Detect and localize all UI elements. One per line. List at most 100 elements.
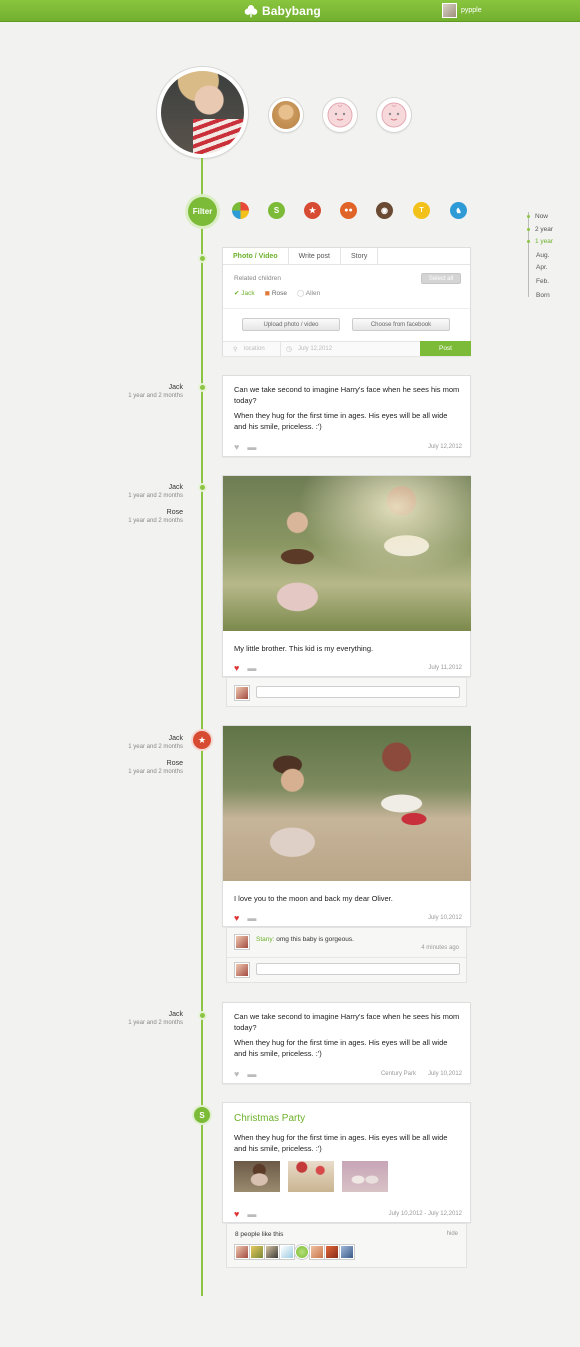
timeline-node [198,1011,207,1020]
post-text: Can we take second to imagine Harry's fa… [234,385,460,405]
related-children-label: Related children [234,275,281,282]
upload-photo-button[interactable]: Upload photo / video [242,318,340,331]
post-text: When they hug for the first time in ages… [234,411,448,431]
comment: Stany: omg this baby is gorgeous. [256,936,354,943]
mini-timeline-dot [527,215,530,218]
likes-count[interactable]: 8 people like this [235,1231,283,1238]
heart-icon[interactable]: ♥ [234,1209,239,1219]
tab-write-post[interactable]: Write post [289,248,341,264]
comment-icon[interactable]: ▬ [247,663,256,673]
divider [223,308,470,309]
child-option-label: Jack [241,290,255,297]
camera-icon[interactable]: ◉ [376,202,393,219]
comment-icon[interactable]: ▬ [247,1209,256,1219]
timeline-node [198,483,207,492]
liker-avatar[interactable] [310,1245,324,1259]
filter-button[interactable]: Filter [188,197,217,226]
liker-avatar[interactable] [235,1245,249,1259]
main-profile-photo[interactable] [157,67,248,158]
tab-photo-video[interactable]: Photo / Video [223,248,289,264]
post-photo[interactable] [223,476,471,631]
s-icon[interactable]: S [268,202,285,219]
clover-logo-icon [244,5,258,18]
story-thumbnail[interactable] [342,1161,388,1192]
heart-icon[interactable]: ♥ [234,663,239,673]
shirt-icon[interactable]: T [413,202,430,219]
child-age: 1 year and 2 months [128,769,183,775]
liker-avatars [235,1245,354,1259]
mini-timeline-born[interactable]: Born [536,292,550,299]
hide-link[interactable]: hide [447,1231,458,1237]
mini-timeline-apr[interactable]: Apr. [536,264,548,271]
mini-timeline-feb[interactable]: Feb. [536,278,549,285]
text-post: Can we take second to imagine Harry's fa… [222,1002,471,1084]
post-text: When they hug for the first time in ages… [234,1133,448,1153]
commenter-avatar [235,935,249,949]
liker-avatar[interactable] [340,1245,354,1259]
divider [280,342,281,356]
photo-post: I love you to the moon and back my dear … [222,725,471,927]
tab-story[interactable]: Story [341,248,379,264]
story-thumbnail[interactable] [288,1161,334,1192]
story-s-icon[interactable]: S [194,1107,210,1123]
timeline-node [198,254,207,263]
child-name[interactable]: Jack [63,484,183,491]
date-input[interactable]: July 12,2012 [298,346,332,352]
child-avatar-photo[interactable] [269,98,303,132]
child-avatar-placeholder[interactable] [323,98,357,132]
heart-icon[interactable]: ♥ [234,913,239,923]
star-milestone-icon[interactable]: ★ [193,731,211,749]
comment-icon[interactable]: ▬ [247,442,256,452]
mini-timeline-2year[interactable]: 2 year [527,226,553,233]
mini-timeline-label: 1 year [535,238,554,245]
comment-icon[interactable]: ▬ [247,1069,256,1079]
story-thumbnail[interactable] [234,1161,280,1192]
star-icon[interactable]: ★ [304,202,321,219]
child-name[interactable]: Rose [63,760,183,767]
liker-avatar[interactable] [325,1245,339,1259]
heart-icon[interactable]: ♥ [234,1069,239,1079]
rocking-horse-icon[interactable]: ♞ [450,202,467,219]
choose-from-facebook-button[interactable]: Choose from facebook [352,318,450,331]
post-date: July 10,2012 - July 12,2012 [388,1211,462,1217]
brand[interactable]: Babybang [244,3,321,19]
child-option-jack[interactable]: ✔ Jack [234,289,255,297]
child-name[interactable]: Rose [63,509,183,516]
select-all-button[interactable]: Select all [421,273,461,284]
brand-name: Babybang [262,4,321,18]
liker-avatar[interactable] [250,1245,264,1259]
child-option-allen[interactable]: ◯ Allen [297,289,320,297]
comment-input[interactable] [256,686,460,698]
mini-timeline-aug[interactable]: Aug. [536,252,549,259]
user-menu[interactable]: pypple [442,3,482,18]
post-button[interactable]: Post [420,341,471,356]
location-input[interactable]: location [244,346,265,352]
post-date: July 12,2012 [427,444,462,450]
child-avatar-placeholder[interactable] [377,98,411,132]
liker-avatar[interactable] [265,1245,279,1259]
comment-author[interactable]: Stany: [256,936,274,943]
photo-post: My little brother. This kid is my everyt… [222,475,471,677]
pie-chart-icon[interactable] [232,202,249,219]
liker-avatar[interactable] [295,1245,309,1259]
liker-avatar[interactable] [280,1245,294,1259]
story-title[interactable]: Christmas Party [234,1113,305,1124]
mini-timeline-now[interactable]: Now [527,213,548,220]
comment-input[interactable] [256,963,460,975]
post-meta: Jack 1 year and 2 months [63,1011,183,1026]
child-name[interactable]: Jack [63,1011,183,1018]
child-option-rose[interactable]: ◼ Rose [265,289,287,297]
photo-caption: My little brother. This kid is my everyt… [234,644,374,653]
people-icon[interactable]: ●● [340,202,357,219]
heart-icon[interactable]: ♥ [234,442,239,452]
child-name[interactable]: Jack [63,384,183,391]
child-name[interactable]: Jack [63,735,183,742]
post-location[interactable]: Century Park [381,1071,416,1077]
post-photo[interactable] [223,726,471,881]
commenter-avatar [235,963,249,977]
comment-icon[interactable]: ▬ [247,913,256,923]
photo-caption: I love you to the moon and back my dear … [234,894,393,903]
mini-timeline-1year[interactable]: 1 year [527,238,554,245]
child-age: 1 year and 2 months [128,493,183,499]
child-option-label: Rose [271,290,288,297]
